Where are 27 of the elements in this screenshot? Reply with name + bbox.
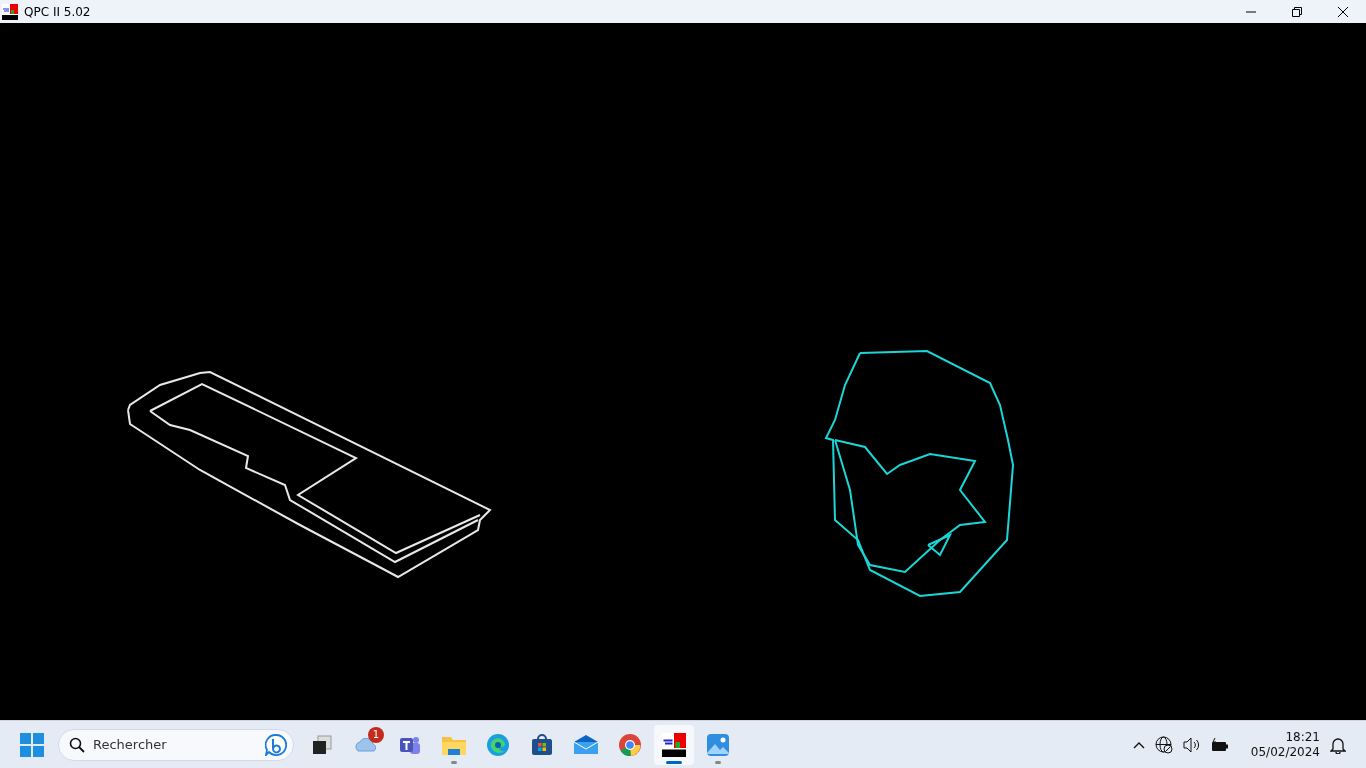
clock[interactable]: 18:21 05/02/2024 (1250, 729, 1320, 760)
search-field[interactable]: Rechercher (93, 737, 257, 752)
taskbar-app-button[interactable] (654, 724, 694, 765)
app-logo-icon (662, 732, 686, 757)
search-bar[interactable]: Rechercher (58, 728, 294, 761)
store-bag-icon (530, 732, 554, 757)
chat-bubble-icon[interactable] (265, 733, 287, 756)
app-logo-icon (2, 3, 18, 20)
restore-icon (1292, 6, 1302, 17)
window-title: QPC II 5.02 (24, 4, 91, 19)
task-view-icon (310, 732, 334, 757)
globe-icon[interactable] (1154, 735, 1173, 754)
close-icon (1338, 6, 1348, 17)
bell-icon[interactable] (1330, 735, 1346, 754)
browser-icon (618, 732, 642, 757)
battery-icon[interactable] (1210, 737, 1229, 752)
notification-badge: 1 (368, 726, 384, 743)
speaker-icon[interactable] (1182, 736, 1201, 753)
taskbar-app-button[interactable]: 1 (346, 724, 386, 765)
search-icon (69, 736, 85, 753)
start-button[interactable] (20, 732, 44, 757)
envelope-icon (573, 732, 599, 757)
date-text: 05/02/2024 (1250, 744, 1320, 760)
time-text: 18:21 (1285, 729, 1320, 745)
chevron-up-icon[interactable] (1132, 740, 1145, 749)
picture-icon (706, 732, 730, 757)
browser-icon (486, 732, 510, 757)
